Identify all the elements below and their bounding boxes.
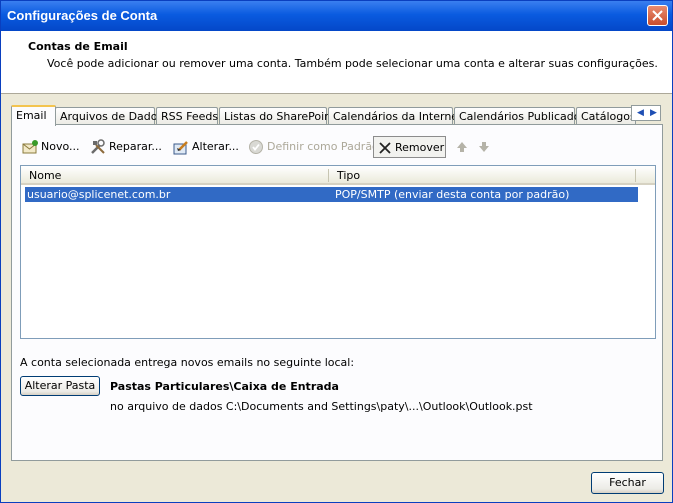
title-bar[interactable]: Configurações de Conta [1, 1, 672, 31]
move-up-button[interactable] [454, 136, 470, 158]
set-default-label: Definir como Padrão [267, 140, 379, 153]
arrow-up-icon [457, 142, 467, 152]
window-title: Configurações de Conta [7, 8, 158, 23]
repair-account-label: Reparar... [109, 140, 162, 153]
remove-x-icon [379, 142, 391, 154]
remove-account-label: Remover [395, 141, 445, 154]
set-default-button[interactable]: Definir como Padrão [248, 136, 379, 158]
column-header-type[interactable]: Tipo [337, 169, 360, 182]
new-account-button[interactable]: Novo... [22, 136, 84, 158]
move-down-button[interactable] [476, 136, 492, 158]
tab-scroll-buttons: ◀ ▶ [631, 105, 661, 121]
change-account-button[interactable]: Alterar... [173, 136, 243, 158]
tab-data-files[interactable]: Arquivos de Dados [55, 107, 163, 124]
tab-bar: Email Arquivos de Dados RSS Feeds Listas… [11, 105, 663, 126]
accounts-list: Nome Tipo usuario@splicenet.com.br POP/S… [20, 165, 656, 339]
close-window-button[interactable] [647, 5, 668, 26]
tools-icon [91, 139, 105, 154]
scroll-right-icon[interactable]: ▶ [650, 108, 657, 118]
data-file-path: no arquivo de dados C:\Documents and Set… [110, 400, 533, 413]
tab-internet-calendars[interactable]: Calendários da Internet [328, 107, 462, 124]
account-name-cell: usuario@splicenet.com.br [27, 188, 171, 201]
tab-rss-feeds[interactable]: RSS Feeds [156, 107, 218, 124]
change-account-label: Alterar... [192, 140, 239, 153]
delivery-location-label: A conta selecionada entrega novos emails… [20, 356, 355, 369]
account-type-cell: POP/SMTP (enviar desta conta por padrão) [335, 188, 570, 201]
column-separator[interactable] [635, 169, 636, 182]
header-description: Você pode adicionar ou remover uma conta… [47, 57, 658, 70]
accounts-list-header: Nome Tipo [21, 166, 655, 185]
tab-published-calendars[interactable]: Calendários Publicados [454, 107, 586, 124]
tab-catalogs[interactable]: Catálogos [576, 107, 636, 124]
new-account-label: Novo... [41, 140, 80, 153]
tab-email[interactable]: Email [11, 105, 56, 126]
column-header-name[interactable]: Nome [29, 169, 61, 182]
arrow-down-icon [479, 142, 489, 152]
tab-sharepoint-lists[interactable]: Listas do SharePoint [219, 107, 335, 124]
close-button[interactable]: Fechar [591, 472, 664, 494]
account-settings-window: Configurações de Conta Contas de Email V… [0, 0, 673, 503]
scroll-left-icon[interactable]: ◀ [637, 108, 644, 118]
column-separator[interactable] [328, 169, 329, 182]
change-folder-button[interactable]: Alterar Pasta [20, 376, 100, 396]
check-circle-icon [249, 140, 263, 154]
table-row[interactable]: usuario@splicenet.com.br POP/SMTP (envia… [25, 187, 638, 202]
change-account-icon [173, 141, 188, 155]
repair-account-button[interactable]: Reparar... [90, 136, 168, 158]
new-mail-icon [22, 140, 38, 154]
header-title: Contas de Email [28, 40, 128, 53]
close-icon [652, 10, 663, 21]
header-panel: Contas de Email Você pode adicionar ou r… [1, 31, 672, 94]
delivery-folder: Pastas Particulares\Caixa de Entrada [110, 380, 339, 393]
remove-account-button[interactable]: Remover [373, 136, 446, 158]
email-tab-panel: Novo... Reparar... Alterar... Definir co… [11, 124, 663, 461]
